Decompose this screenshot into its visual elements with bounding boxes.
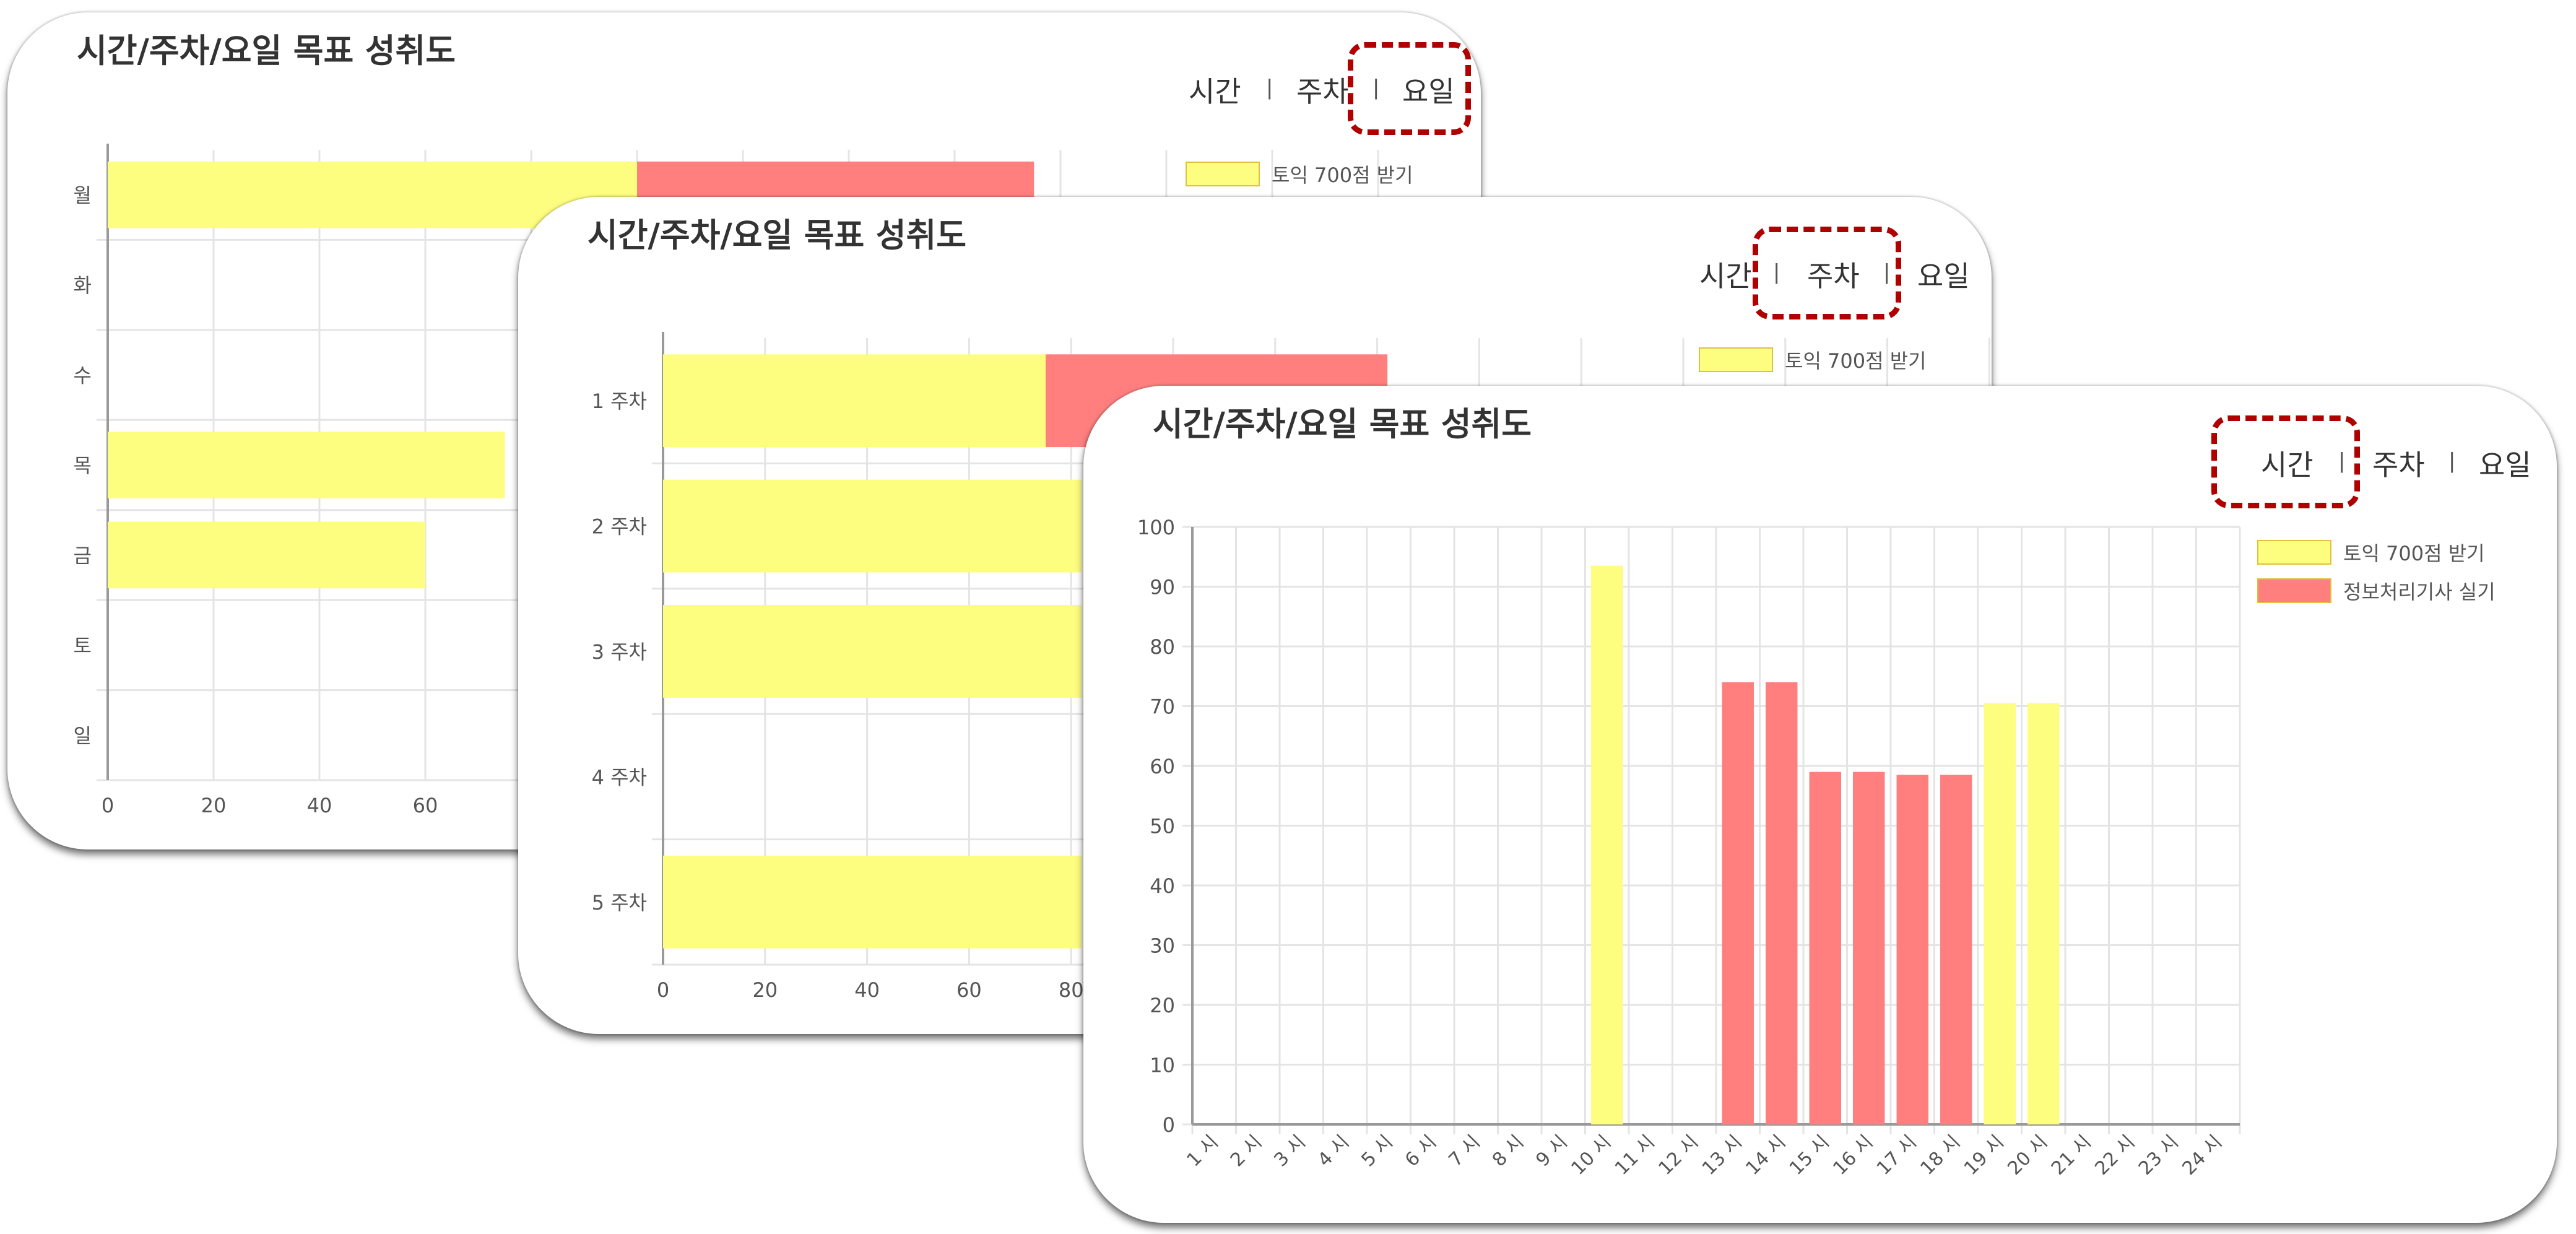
category-label: 금: [74, 544, 92, 567]
y-tick-label: 20: [1150, 994, 1175, 1017]
legend-swatch: [1699, 347, 1773, 372]
x-tick-label: 40: [854, 978, 880, 1002]
x-tick-label: 24 시: [2178, 1131, 2226, 1180]
x-tick-label: 6 시: [1401, 1131, 1441, 1171]
bar: [108, 521, 425, 589]
x-tick-label: 19 시: [1960, 1131, 2008, 1180]
x-tick-label: 40: [307, 794, 332, 817]
x-tick-label: 0: [102, 794, 114, 817]
y-tick-label: 40: [1150, 874, 1175, 898]
x-tick-label: 8 시: [1488, 1131, 1529, 1171]
y-tick-label: 100: [1137, 516, 1175, 539]
x-tick-label: 7 시: [1444, 1131, 1485, 1171]
bar: [2027, 703, 2060, 1124]
y-tick-label: 80: [1150, 635, 1175, 659]
x-tick-label: 20 시: [2003, 1131, 2052, 1180]
bar: [1809, 771, 1841, 1124]
hourly-bar-chart: 0 10 20 30 40 50 60 70 80 90 100 1 시2 시3 시4 시5 시6 시…: [1137, 516, 2496, 1180]
category-label: 일: [74, 724, 92, 747]
category-label: 2 주차: [592, 515, 647, 539]
category-label: 목: [74, 454, 92, 477]
x-tick-label: 18 시: [1916, 1131, 1964, 1180]
x-tick-label: 80: [1059, 978, 1084, 1002]
legend-swatch: [2257, 540, 2331, 565]
x-tick-label: 23 시: [2135, 1131, 2183, 1180]
category-label: 5 주차: [592, 891, 647, 915]
legend-label: 토익 700점 받기: [1785, 349, 1927, 373]
y-tick-label: 50: [1150, 815, 1175, 838]
y-tick-label: 90: [1150, 576, 1175, 599]
bar: [1766, 682, 1798, 1124]
x-tick-label: 5 시: [1357, 1131, 1397, 1171]
bar: [663, 354, 1046, 448]
category-label: 토: [74, 634, 92, 658]
legend-swatch: [1186, 162, 1260, 186]
bar: [663, 479, 1082, 573]
bar: [1984, 703, 2016, 1124]
x-tick-label: 15 시: [1785, 1131, 1834, 1180]
x-tick-label: 4 시: [1314, 1131, 1354, 1171]
x-tick-label: 60: [413, 794, 438, 817]
category-label: 수: [74, 364, 92, 388]
bar: [1591, 565, 1623, 1124]
legend-label: 토익 700점 받기: [1272, 163, 1413, 187]
x-tick-label: 1 시: [1182, 1131, 1223, 1171]
legend-label: 정보처리기사 실기: [2343, 580, 2496, 604]
x-tick-label: 0: [657, 978, 669, 1002]
category-label: 3 주차: [592, 640, 647, 664]
bar: [1853, 771, 1885, 1124]
x-tick-label: 60: [956, 978, 982, 1002]
x-tick-label: 10 시: [1567, 1131, 1615, 1180]
bar: [663, 605, 1082, 698]
category-label: 4 주차: [592, 765, 647, 789]
x-tick-label: 16 시: [1829, 1131, 1877, 1180]
category-label: 1 주차: [592, 389, 647, 413]
x-tick-label: 14 시: [1741, 1131, 1790, 1180]
y-tick-label: 10: [1150, 1054, 1175, 1077]
category-label: 화: [74, 274, 92, 297]
y-tick-label: 60: [1150, 755, 1175, 778]
x-tick-label: 17 시: [1873, 1131, 1921, 1180]
x-tick-label: 13 시: [1698, 1131, 1746, 1180]
hourly-chart-card: 시간/주차/요일 목표 성취도 시간 | 주차 | 요일 0 10 20 30 40 50…: [1083, 386, 2557, 1223]
x-tick-label: 2 시: [1226, 1131, 1267, 1171]
y-tick-label: 30: [1150, 934, 1175, 958]
y-tick-label: 70: [1150, 695, 1175, 719]
y-tick-label: 0: [1163, 1113, 1175, 1137]
x-tick-label: 9 시: [1532, 1131, 1572, 1171]
x-tick-label: 21 시: [2047, 1131, 2096, 1180]
x-tick-label: 20: [752, 978, 778, 1002]
bar: [1940, 775, 1972, 1124]
legend-swatch: [2257, 578, 2331, 603]
legend-label: 토익 700점 받기: [2343, 542, 2485, 565]
x-tick-label: 12 시: [1654, 1131, 1702, 1180]
x-tick-label: 11 시: [1611, 1131, 1659, 1180]
bar: [1896, 775, 1928, 1124]
bar: [663, 855, 1082, 949]
x-tick-label: 20: [201, 794, 227, 817]
x-tick-label: 3 시: [1270, 1131, 1310, 1171]
category-label: 월: [74, 184, 92, 207]
bar: [1722, 682, 1754, 1124]
bar: [108, 432, 505, 498]
x-tick-label: 22 시: [2091, 1131, 2139, 1180]
